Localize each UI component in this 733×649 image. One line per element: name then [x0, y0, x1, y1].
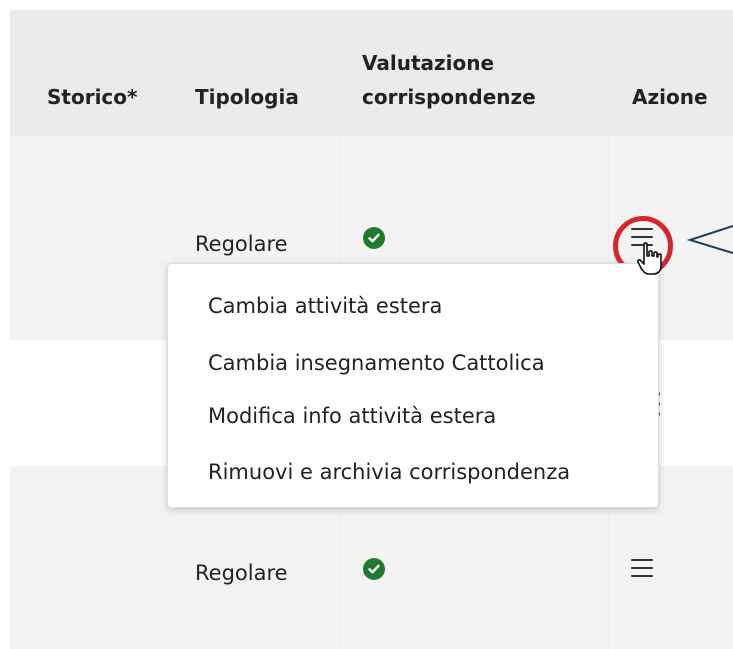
header-valutazione-line1: Valutazione	[362, 51, 495, 75]
context-menu: Cambia attività estera Cambia insegnamen…	[167, 263, 659, 508]
menu-icon[interactable]	[631, 559, 653, 579]
row1-tipologia: Regolare	[195, 232, 288, 256]
menu-item-cambia-insegnamento[interactable]: Cambia insegnamento Cattolica	[208, 349, 545, 377]
header-tipologia: Tipologia	[195, 85, 299, 109]
header-azione: Azione	[632, 85, 708, 109]
hand-cursor-icon	[637, 242, 662, 275]
menu-item-rimuovi-archivia[interactable]: Rimuovi e archivia corrispondenza	[208, 458, 570, 486]
header-valutazione-line2: corrispondenze	[362, 85, 536, 109]
menu-item-cambia-attivita-estera[interactable]: Cambia attività estera	[208, 292, 442, 320]
header-storico: Storico*	[47, 85, 138, 109]
row3-tipologia: Regolare	[195, 561, 288, 585]
check-circle-icon	[363, 227, 385, 249]
table-header: Storico* Tipologia Valutazione corrispon…	[10, 10, 733, 136]
menu-item-modifica-info[interactable]: Modifica info attività estera	[208, 402, 496, 430]
check-circle-icon	[363, 558, 385, 580]
